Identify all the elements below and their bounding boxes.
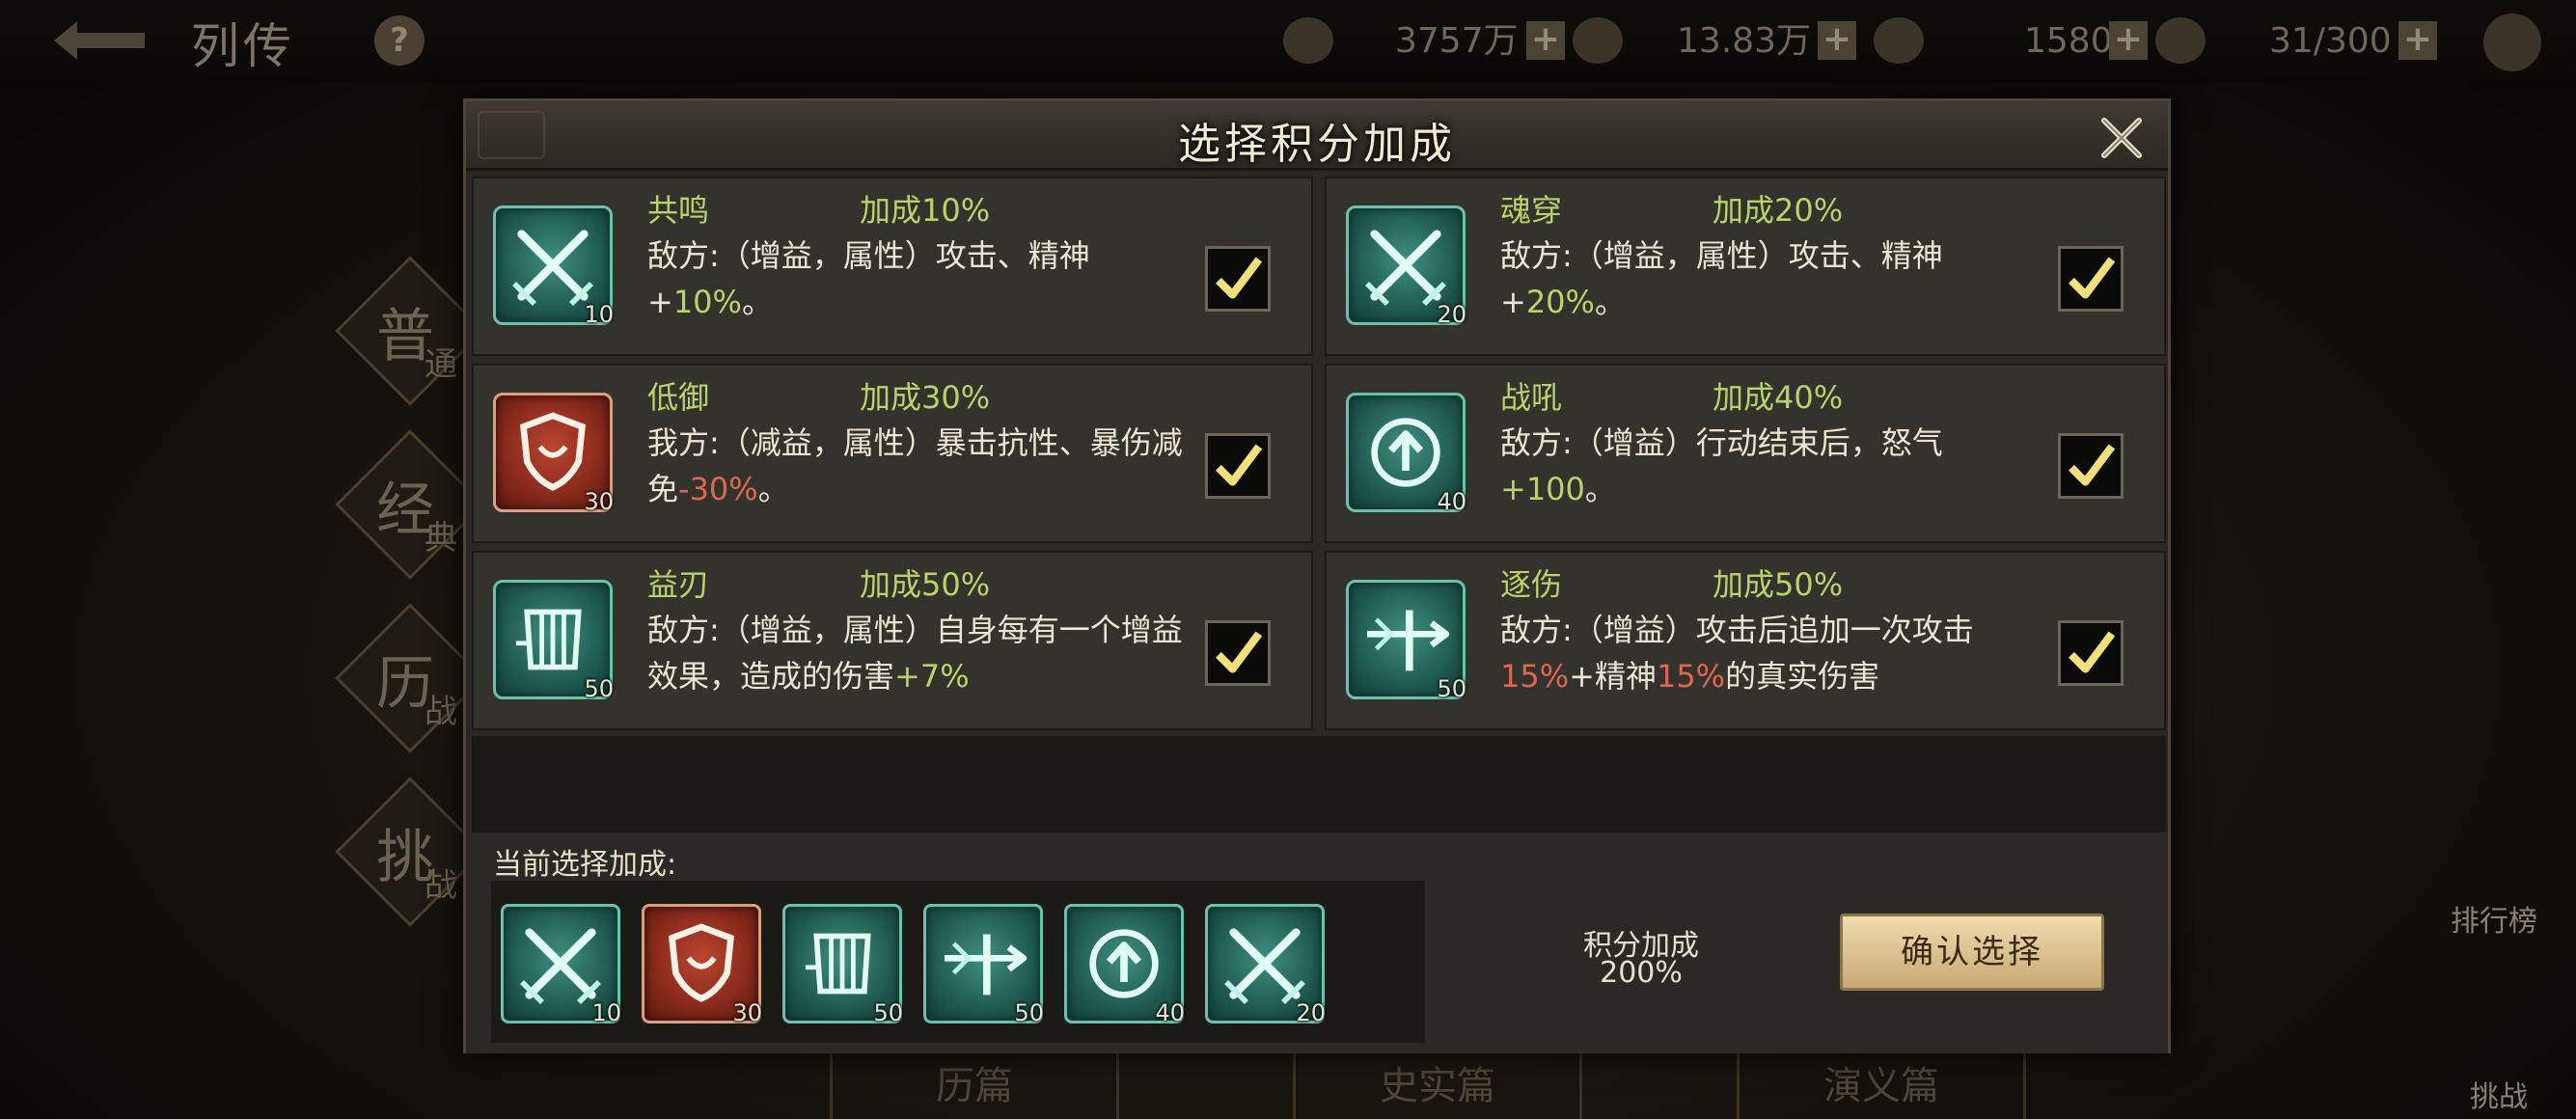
side-tab-normal[interactable]: 普 通	[335, 256, 485, 406]
crossed-swords-icon[interactable]: 20	[1205, 904, 1326, 1026]
menu-icon[interactable]	[2483, 14, 2541, 71]
selection-summary: 当前选择加成: 10 30 50 50 40 20 积分加成 200% 确认选择	[466, 832, 2168, 1053]
bonus-card-chase-damage[interactable]: 50 逐伤 加成50% 敌方:（增益）攻击后追加一次攻击15%+精神15%的真实…	[1325, 551, 2166, 730]
resource-4-add-button[interactable]: +	[2398, 21, 2437, 60]
bonus-name: 共鸣	[647, 192, 710, 229]
bonus-card-soul-pierce[interactable]: 20 魂穿 加成20% 敌方:（增益，属性）攻击、精神+20%。	[1325, 177, 2166, 356]
bonus-description: 敌方:（增益，属性）攻击、精神+20%。	[1500, 237, 1943, 320]
help-button[interactable]: ?	[374, 15, 425, 66]
shield-icon: 30	[493, 393, 614, 515]
dialog-header: 选择积分加成	[466, 101, 2168, 171]
page-title: 列传	[191, 18, 295, 74]
armor-icon: 50	[493, 580, 614, 702]
scroll-icon	[1283, 17, 1333, 64]
bonus-name: 益刃	[647, 566, 710, 603]
bonus-name: 低御	[647, 379, 710, 416]
select-checkbox[interactable]	[2058, 246, 2124, 312]
resource-3-value: 1580	[2024, 21, 2113, 61]
sword-arrow-icon[interactable]: 50	[923, 904, 1044, 1026]
select-checkbox[interactable]	[1205, 246, 1271, 312]
select-checkbox[interactable]	[2058, 620, 2124, 686]
resource-4-value: 31/300	[2269, 21, 2392, 61]
crossed-swords-icon[interactable]: 10	[501, 904, 621, 1026]
select-checkbox[interactable]	[1205, 620, 1271, 686]
crossed-swords-icon: 20	[1346, 205, 1466, 328]
select-checkbox[interactable]	[1205, 433, 1271, 499]
armor-icon[interactable]: 50	[782, 904, 903, 1026]
crossed-swords-icon: 10	[493, 205, 614, 328]
bonus-percent: 加成30%	[860, 379, 991, 416]
bonus-name: 魂穿	[1500, 192, 1563, 229]
resource-3-add-button[interactable]: +	[2109, 21, 2148, 60]
coin-icon	[1573, 17, 1623, 64]
leaderboard-button[interactable]: 排行榜	[2451, 897, 2537, 940]
resource-1-add-button[interactable]: +	[1526, 21, 1565, 60]
side-tab-history[interactable]: 历 战	[335, 603, 485, 753]
resource-1-value: 3757万	[1395, 21, 1519, 61]
bottom-tab-3[interactable]: 演义篇	[1737, 1042, 2026, 1119]
selected-bonus-strip: 10 30 50 50 40 20	[491, 881, 1425, 1043]
resource-2-value: 13.83万	[1677, 21, 1812, 61]
bonus-percent: 加成20%	[1713, 192, 1844, 229]
bonus-select-dialog: 选择积分加成 10 共鸣 加成10% 敌方:（增益，属性）攻击、精神+10%。 …	[463, 98, 2171, 1053]
sword-arrow-icon: 50	[1346, 580, 1466, 702]
arrow-up-circle-icon[interactable]: 40	[1064, 904, 1185, 1026]
bonus-card-benefit-blade[interactable]: 50 益刃 加成50% 敌方:（增益，属性）自身每有一个增益效果，造成的伤害+7…	[472, 551, 1313, 730]
bonus-percent: 加成50%	[1713, 566, 1844, 603]
dialog-title: 选择积分加成	[1178, 120, 1456, 169]
bottom-tab-2[interactable]: 史实篇	[1293, 1042, 1582, 1119]
bonus-percent: 加成40%	[1713, 379, 1844, 416]
score-bonus-value: 200%	[1600, 956, 1683, 990]
stamina-icon	[2155, 17, 2206, 64]
arrow-up-circle-icon: 40	[1346, 393, 1466, 515]
select-checkbox[interactable]	[2058, 433, 2124, 499]
close-icon[interactable]	[2095, 111, 2149, 165]
jade-icon	[1874, 17, 1924, 64]
top-bar: 列传 ? 3757万 + 13.83万 + 1580 + 31/300 +	[0, 0, 2576, 83]
bonus-card-low-defense[interactable]: 30 低御 加成30% 我方:（减益，属性）暴击抗性、暴伤减免-30%。	[472, 364, 1313, 543]
bottom-tab-1[interactable]: 历篇	[830, 1042, 1119, 1119]
current-selection-label: 当前选择加成:	[493, 848, 677, 882]
shield-icon[interactable]: 30	[642, 904, 762, 1026]
confirm-selection-button[interactable]: 确认选择	[1840, 914, 2104, 991]
side-tab-classic[interactable]: 经 典	[335, 429, 485, 580]
bonus-description: 敌方:（增益，属性）自身每有一个增益效果，造成的伤害+7%	[647, 612, 1183, 695]
back-arrow-icon[interactable]	[48, 14, 154, 68]
bonus-description: 我方:（减益，属性）暴击抗性、暴伤减免-30%。	[647, 424, 1183, 507]
bonus-percent: 加成50%	[860, 566, 991, 603]
bonus-name: 战吼	[1500, 379, 1563, 416]
resource-2-add-button[interactable]: +	[1818, 21, 1856, 60]
bonus-percent: 加成10%	[860, 192, 991, 229]
bonus-description: 敌方:（增益）行动结束后，怒气+100。	[1500, 424, 1943, 507]
bonus-description: 敌方:（增益，属性）攻击、精神+10%。	[647, 237, 1090, 320]
challenge-button[interactable]: 挑战	[2470, 1073, 2528, 1115]
bonus-card-war-cry[interactable]: 40 战吼 加成40% 敌方:（增益）行动结束后，怒气+100。	[1325, 364, 2166, 543]
bonus-card-resonance[interactable]: 10 共鸣 加成10% 敌方:（增益，属性）攻击、精神+10%。	[472, 177, 1313, 356]
side-tab-challenge[interactable]: 挑 战	[335, 777, 485, 927]
list-empty-area	[472, 736, 2166, 832]
bonus-name: 逐伤	[1500, 566, 1563, 603]
bonus-description: 敌方:（增益）攻击后追加一次攻击15%+精神15%的真实伤害	[1500, 612, 1974, 695]
